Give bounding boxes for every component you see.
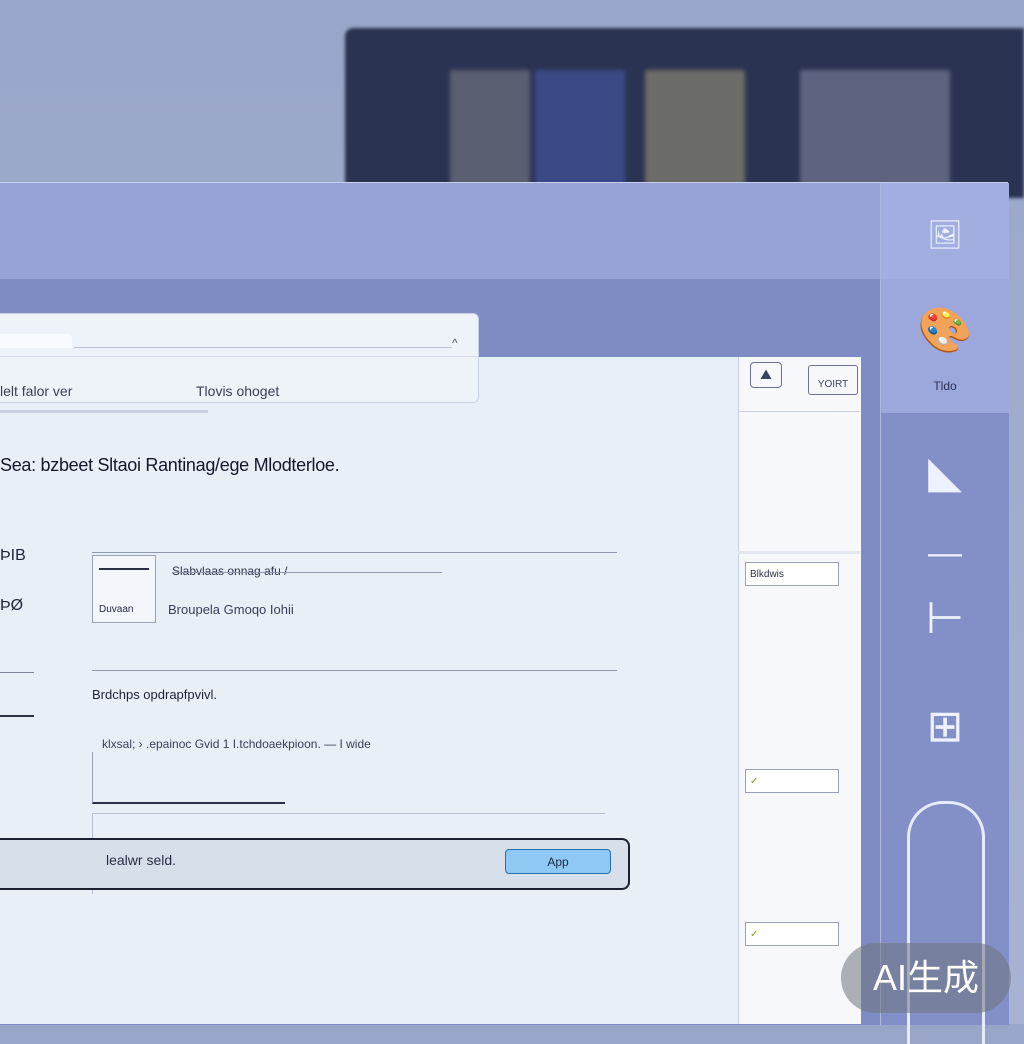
left-label: ÞIB [0,547,26,564]
minus-icon[interactable]: — [881,531,1009,575]
grid-tool-icon[interactable]: ⊞ [881,705,1009,749]
address-field-underline [0,410,208,413]
option-box [92,752,285,804]
side-check-field[interactable]: ✓ [745,922,839,946]
image-icon[interactable]: 🖼 [881,213,1009,257]
command-input[interactable]: lealwr seld. [106,852,176,868]
rail-item-selected[interactable]: 🎨 Tldo [881,279,1009,413]
side-divider [738,551,860,554]
thumbnail-bar [99,568,149,570]
page-title: Sea: bzbeet Sltaoi Rantinag/ege Mlodterl… [0,455,340,475]
chevron-up-icon[interactable]: ^ [452,336,458,350]
meta-divider [172,572,442,573]
divider [0,715,34,717]
left-label: ÞØ [0,597,24,614]
background-book [800,70,950,185]
divider [0,672,34,673]
section-title: Brdchps opdrapfpvivl. [92,687,218,702]
background-book [535,70,625,185]
background-book [450,70,530,185]
mountain-image-icon[interactable]: ⛰ [750,362,782,388]
address-left-text[interactable]: lelt falor ver [0,383,72,399]
side-check-field[interactable]: ✓ [745,769,839,793]
speaker-icon[interactable]: ◣ [881,451,1009,495]
bracket-icon[interactable]: ⊢ [881,597,1009,641]
thumbnail-label: Duvaan [99,604,134,615]
address-right-text[interactable]: Tlovis ohoget [196,383,279,399]
side-field[interactable]: Blkdwis [745,562,839,586]
background-book [645,70,745,185]
divider [92,552,617,553]
divider [92,670,617,671]
options-row[interactable]: klxsal; › .epainoc Gvid 1 I.tchdoaekpioo… [102,737,371,751]
apply-button[interactable]: App [505,849,611,874]
side-tab[interactable]: YOIRT [808,365,858,395]
meta-title: Slabvlaas onnag afu / [172,564,288,578]
right-toolbar: 🖼 🎨 Tldo ◣ — ⊢ ⊞ [880,183,1009,1044]
watermark: AI生成 [841,943,1011,1013]
address-underline [74,347,452,348]
rail-caption: Tldo [933,379,957,393]
address-tab[interactable] [0,334,72,348]
meta-row: Broupela Gmoqo Iohii [168,602,294,617]
palette-icon: 🎨 [917,306,973,355]
thumbnail[interactable]: Duvaan [92,555,156,623]
title-bar [0,183,880,279]
